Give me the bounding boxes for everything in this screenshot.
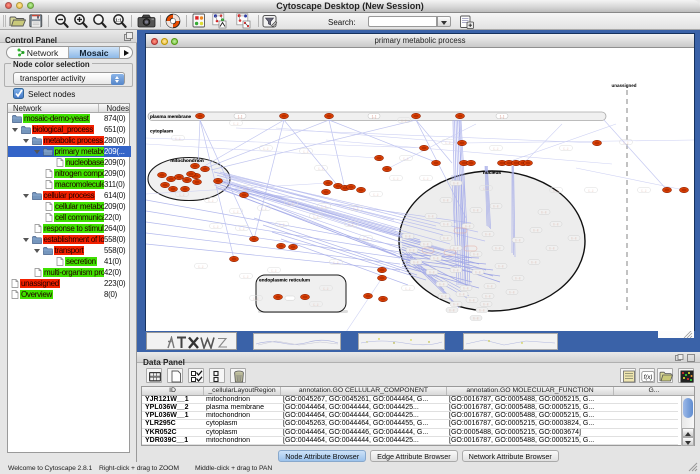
svg-text:[....]: [....] [199,264,204,268]
svg-text:[....]: [....] [510,290,515,294]
svg-text:f(x): f(x) [644,375,653,381]
svg-text:[....]: [....] [322,204,327,208]
svg-text:[....]: [....] [550,246,555,250]
svg-text:[....]: [....] [272,268,277,272]
svg-text:[....]: [....] [516,276,521,280]
svg-text:[....]: [....] [494,204,499,208]
svg-text:[....]: [....] [476,270,481,274]
svg-text:[....]: [....] [424,242,429,246]
svg-text:[....]: [....] [364,236,369,240]
svg-text:[....]: [....] [474,252,479,256]
svg-text:[....]: [....] [176,136,181,140]
svg-text:[...]: [...] [500,115,505,119]
svg-text:[....]: [....] [214,224,219,228]
svg-text:[....]: [....] [440,282,445,286]
svg-text:[....]: [....] [304,149,309,153]
svg-text:[....]: [....] [444,236,449,240]
svg-text:[....]: [....] [624,140,629,144]
svg-text:mitochondrion: mitochondrion [170,158,204,164]
svg-text:[....]: [....] [444,222,449,226]
svg-text:[....]: [....] [484,302,489,306]
svg-text:[....]: [....] [464,286,469,290]
svg-text:[....]: [....] [319,166,324,170]
svg-text:[....]: [....] [454,268,459,272]
svg-text:[....]: [....] [564,146,569,150]
svg-text:[....]: [....] [244,186,249,190]
svg-text:[....]: [....] [402,118,407,122]
svg-text:[....]: [....] [180,192,185,196]
svg-text:[....]: [....] [244,274,249,278]
svg-text:[....]: [....] [474,316,479,320]
svg-text:[....]: [....] [430,270,435,274]
svg-text:[....]: [....] [374,192,379,196]
svg-text:[....]: [....] [314,214,319,218]
svg-text:[....]: [....] [314,302,319,306]
svg-text:1:1: 1:1 [115,18,122,23]
svg-text:[....]: [....] [234,209,239,213]
svg-text:[....]: [....] [262,206,267,210]
svg-text:[....]: [....] [450,308,455,312]
svg-text:[....]: [....] [446,140,451,144]
svg-text:[....]: [....] [289,201,294,205]
svg-text:cytoplasm: cytoplasm [150,129,173,134]
svg-text:[....]: [....] [554,222,559,226]
svg-text:[....]: [....] [442,294,447,298]
svg-text:[....]: [....] [410,248,415,252]
svg-text:[....]: [....] [470,298,475,302]
svg-text:[....]: [....] [280,222,285,226]
svg-text:[....]: [....] [424,176,429,180]
svg-text:[....]: [....] [354,206,359,210]
svg-text:[....]: [....] [572,236,577,240]
svg-text:[....]: [....] [460,292,465,296]
svg-text:[....]: [....] [254,296,259,300]
svg-text:[....]: [....] [404,156,409,160]
svg-text:[....]: [....] [240,226,245,230]
svg-text:[....]: [....] [486,232,491,236]
svg-text:[....]: [....] [234,121,239,125]
svg-text:[....]: [....] [496,246,501,250]
svg-text:[...]: [...] [372,115,377,119]
svg-text:[....]: [....] [434,256,439,260]
svg-text:[....]: [....] [334,260,339,264]
svg-text:plasma membrane: plasma membrane [150,114,192,119]
svg-text:[....]: [....] [324,286,329,290]
svg-text:[....]: [....] [499,264,504,268]
svg-text:[....]: [....] [532,260,537,264]
svg-text:[....]: [....] [542,210,547,214]
svg-text:[....]: [....] [488,284,493,288]
svg-text:endoplasmic reticulum: endoplasmic reticulum [259,278,310,283]
svg-text:[....]: [....] [454,181,459,185]
svg-text:[....]: [....] [454,246,459,250]
svg-text:[....]: [....] [429,214,434,218]
svg-text:[....]: [....] [349,222,354,226]
svg-text:[....]: [....] [589,188,594,192]
svg-text:[....]: [....] [494,146,499,150]
svg-text:[....]: [....] [414,260,419,264]
svg-text:[....]: [....] [480,308,485,312]
svg-text:[....]: [....] [534,228,539,232]
svg-text:[....]: [....] [516,238,521,242]
svg-text:[....]: [....] [454,302,459,306]
svg-text:[....]: [....] [474,208,479,212]
svg-text:[....]: [....] [406,286,411,290]
svg-text:nucleus: nucleus [483,170,501,176]
svg-text:[....]: [....] [444,198,449,202]
svg-text:[....]: [....] [484,186,489,190]
svg-text:[....]: [....] [486,294,491,298]
svg-text:[....]: [....] [394,176,399,180]
svg-text:[....]: [....] [642,188,647,192]
svg-text:unassigned: unassigned [611,83,636,88]
svg-text:[...]: [...] [238,115,243,119]
svg-text:[....]: [....] [264,146,269,150]
svg-text:[....]: [....] [554,188,559,192]
svg-text:[....]: [....] [466,224,471,228]
svg-text:[....]: [....] [209,198,214,202]
svg-text:[....]: [....] [406,234,411,238]
